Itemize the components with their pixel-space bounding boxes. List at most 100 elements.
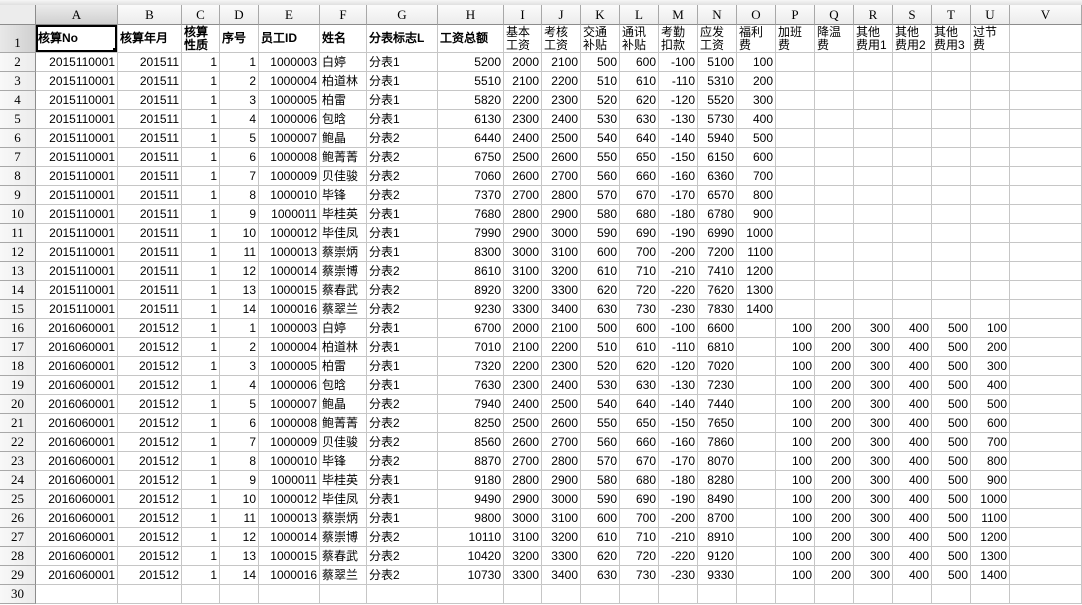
cell-I13[interactable]: 3100	[504, 262, 542, 281]
cell-H7[interactable]: 6750	[438, 148, 504, 167]
cell-C7[interactable]: 1	[182, 148, 220, 167]
cell-G12[interactable]: 分表1	[367, 243, 438, 262]
cell-J8[interactable]: 2700	[542, 167, 581, 186]
cell-C27[interactable]: 1	[182, 528, 220, 547]
cell-D6[interactable]: 5	[220, 129, 259, 148]
cell-G13[interactable]: 分表2	[367, 262, 438, 281]
cell-J6[interactable]: 2500	[542, 129, 581, 148]
column-header-H[interactable]: H	[438, 5, 504, 25]
cell-N9[interactable]: 6570	[698, 186, 737, 205]
cell-A13[interactable]: 2015110001	[36, 262, 118, 281]
cell-F9[interactable]: 毕锋	[320, 186, 367, 205]
cell-T30[interactable]	[932, 585, 971, 604]
cell-C30[interactable]	[182, 585, 220, 604]
cell-A22[interactable]: 2016060001	[36, 433, 118, 452]
cell-M12[interactable]: -200	[659, 243, 698, 262]
cell-R9[interactable]	[854, 186, 893, 205]
cell-P30[interactable]	[776, 585, 815, 604]
row-header-18[interactable]: 18	[0, 357, 36, 376]
cell-F10[interactable]: 毕桂英	[320, 205, 367, 224]
cell-K6[interactable]: 540	[581, 129, 620, 148]
cell-I24[interactable]: 2800	[504, 471, 542, 490]
cell-M25[interactable]: -190	[659, 490, 698, 509]
cell-U17[interactable]: 200	[971, 338, 1010, 357]
cell-A2[interactable]: 2015110001	[36, 53, 118, 72]
cell-S12[interactable]	[893, 243, 932, 262]
cell-I18[interactable]: 2200	[504, 357, 542, 376]
cell-S30[interactable]	[893, 585, 932, 604]
cell-B21[interactable]: 201512	[118, 414, 182, 433]
cell-V28[interactable]	[1010, 547, 1082, 566]
cell-C20[interactable]: 1	[182, 395, 220, 414]
cell-V10[interactable]	[1010, 205, 1082, 224]
cell-N2[interactable]: 5100	[698, 53, 737, 72]
cell-G7[interactable]: 分表2	[367, 148, 438, 167]
cell-A3[interactable]: 2015110001	[36, 72, 118, 91]
cell-F24[interactable]: 毕桂英	[320, 471, 367, 490]
cell-T11[interactable]	[932, 224, 971, 243]
cell-A28[interactable]: 2016060001	[36, 547, 118, 566]
cell-J23[interactable]: 2800	[542, 452, 581, 471]
cell-A29[interactable]: 2016060001	[36, 566, 118, 585]
cell-F15[interactable]: 蔡翠兰	[320, 300, 367, 319]
cell-G23[interactable]: 分表2	[367, 452, 438, 471]
header-cell-A1[interactable]: 核算No	[36, 25, 118, 53]
cell-H24[interactable]: 9180	[438, 471, 504, 490]
cell-M13[interactable]: -210	[659, 262, 698, 281]
cell-F17[interactable]: 柏道林	[320, 338, 367, 357]
cell-C15[interactable]: 1	[182, 300, 220, 319]
cell-H9[interactable]: 7370	[438, 186, 504, 205]
cell-E13[interactable]: 1000014	[259, 262, 320, 281]
cell-P6[interactable]	[776, 129, 815, 148]
cell-D15[interactable]: 14	[220, 300, 259, 319]
cell-P24[interactable]: 100	[776, 471, 815, 490]
cell-L25[interactable]: 690	[620, 490, 659, 509]
cell-T2[interactable]	[932, 53, 971, 72]
cell-F30[interactable]	[320, 585, 367, 604]
cell-B19[interactable]: 201512	[118, 376, 182, 395]
cell-E12[interactable]: 1000013	[259, 243, 320, 262]
row-header-4[interactable]: 4	[0, 91, 36, 110]
cell-I17[interactable]: 2100	[504, 338, 542, 357]
cell-F7[interactable]: 鲍菁菁	[320, 148, 367, 167]
cell-D28[interactable]: 13	[220, 547, 259, 566]
cell-O9[interactable]: 800	[737, 186, 776, 205]
cell-V29[interactable]	[1010, 566, 1082, 585]
header-cell-B1[interactable]: 核算年月	[118, 25, 182, 53]
cell-G6[interactable]: 分表2	[367, 129, 438, 148]
column-header-F[interactable]: F	[320, 5, 367, 25]
cell-L19[interactable]: 630	[620, 376, 659, 395]
cell-I28[interactable]: 3200	[504, 547, 542, 566]
cell-A24[interactable]: 2016060001	[36, 471, 118, 490]
header-cell-H1[interactable]: 工资总额	[438, 25, 504, 53]
cell-S11[interactable]	[893, 224, 932, 243]
cell-B23[interactable]: 201512	[118, 452, 182, 471]
cell-B3[interactable]: 201511	[118, 72, 182, 91]
cell-D26[interactable]: 11	[220, 509, 259, 528]
cell-V27[interactable]	[1010, 528, 1082, 547]
cell-B20[interactable]: 201512	[118, 395, 182, 414]
cell-R29[interactable]: 300	[854, 566, 893, 585]
cell-V11[interactable]	[1010, 224, 1082, 243]
cell-N25[interactable]: 8490	[698, 490, 737, 509]
cell-T6[interactable]	[932, 129, 971, 148]
cell-E16[interactable]: 1000003	[259, 319, 320, 338]
cell-A9[interactable]: 2015110001	[36, 186, 118, 205]
cell-G22[interactable]: 分表2	[367, 433, 438, 452]
cell-U20[interactable]: 500	[971, 395, 1010, 414]
cell-C8[interactable]: 1	[182, 167, 220, 186]
cell-A23[interactable]: 2016060001	[36, 452, 118, 471]
cell-P18[interactable]: 100	[776, 357, 815, 376]
cell-T13[interactable]	[932, 262, 971, 281]
cell-D17[interactable]: 2	[220, 338, 259, 357]
cell-P10[interactable]	[776, 205, 815, 224]
cell-T22[interactable]: 500	[932, 433, 971, 452]
cell-Q6[interactable]	[815, 129, 854, 148]
cell-G30[interactable]	[367, 585, 438, 604]
cell-F2[interactable]: 白婷	[320, 53, 367, 72]
cell-A15[interactable]: 2015110001	[36, 300, 118, 319]
cell-V30[interactable]	[1010, 585, 1082, 604]
cell-O23[interactable]	[737, 452, 776, 471]
cell-D23[interactable]: 8	[220, 452, 259, 471]
column-header-K[interactable]: K	[581, 5, 620, 25]
